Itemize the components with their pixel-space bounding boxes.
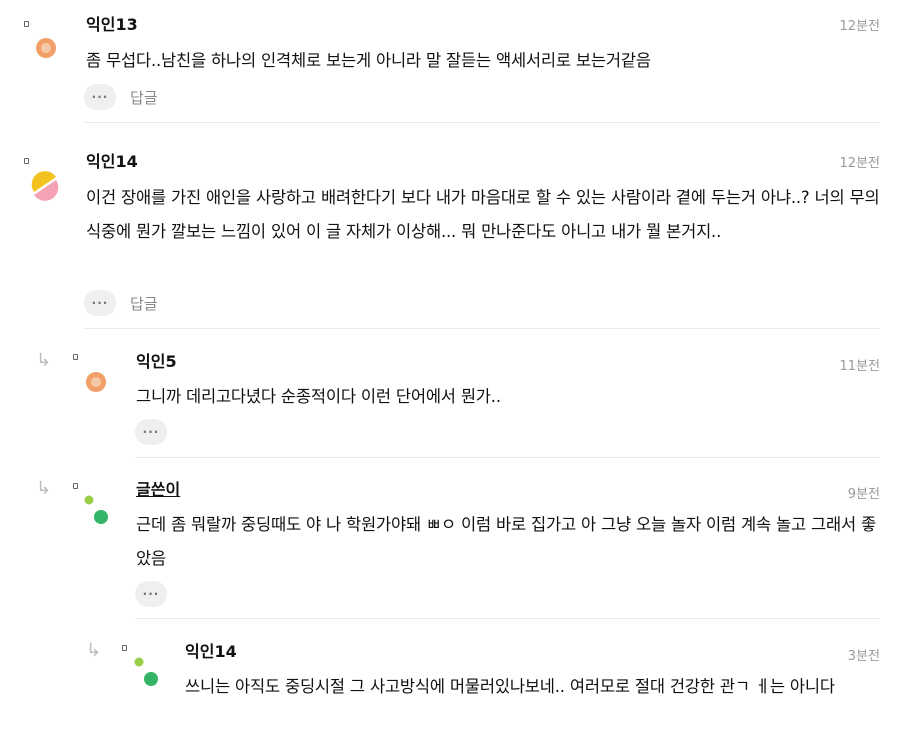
more-options-button[interactable]: ···: [135, 419, 167, 445]
comment-text: 쓰니는 아직도 중딩시절 그 사고방식에 머물러있나보네.. 여러모로 절대 건…: [185, 677, 835, 696]
comment-text: 이건 장애를 가진 애인을 사랑하고 배려한다기 보다 내가 마음대로 할 수 …: [86, 188, 880, 241]
reply-arrow-icon: ↳: [36, 478, 52, 499]
avatar[interactable]: [130, 652, 160, 690]
bullet-icon: [122, 645, 127, 651]
comment-author[interactable]: 익인14: [86, 152, 138, 172]
reply-button[interactable]: 답글: [130, 293, 158, 314]
reply-arrow-icon: ↳: [86, 640, 102, 661]
comment-text: 그니까 데리고다녔다 순종적이다 이런 단어에서 뭔가..: [136, 387, 501, 406]
comment-actions: ··· 답글: [84, 290, 158, 316]
comment-actions: ···: [135, 419, 167, 445]
divider: [135, 618, 880, 619]
comment-text: 근데 좀 뭐랄까 중딩때도 야 나 학원가야돼 ㅃㅇ 이럼 바로 집가고 아 그…: [136, 515, 876, 568]
comment-author[interactable]: 익인5: [136, 352, 177, 372]
reply-button[interactable]: 답글: [130, 87, 158, 108]
avatar[interactable]: [28, 168, 62, 202]
comment-text: 좀 무섭다..남친을 하나의 인격체로 보는게 아니라 말 잘듣는 액세서리로 …: [86, 51, 651, 70]
more-options-button[interactable]: ···: [135, 581, 167, 607]
comment-time: 3분전: [847, 649, 880, 664]
avatar[interactable]: [82, 368, 110, 396]
comment-author[interactable]: 익인14: [185, 642, 237, 662]
comment-actions: ···: [135, 581, 167, 607]
comment-time: 11분전: [839, 359, 880, 374]
comment-time: 9분전: [847, 487, 880, 502]
divider: [135, 457, 880, 458]
bullet-icon: [73, 354, 78, 360]
bullet-icon: [73, 483, 78, 489]
more-options-button[interactable]: ···: [84, 84, 116, 110]
comment-time: 12분전: [839, 156, 880, 171]
more-options-button[interactable]: ···: [84, 290, 116, 316]
avatar[interactable]: [32, 34, 60, 62]
comment-time: 12분전: [839, 19, 880, 34]
avatar[interactable]: [80, 490, 110, 528]
comment-author[interactable]: 익인13: [86, 15, 138, 35]
divider: [84, 122, 880, 123]
comment-author[interactable]: 글쓴이: [136, 480, 180, 500]
bullet-icon: [24, 21, 29, 27]
reply-arrow-icon: ↳: [36, 350, 52, 371]
divider: [84, 328, 880, 329]
bullet-icon: [24, 158, 29, 164]
comment-actions: ··· 답글: [84, 84, 158, 110]
